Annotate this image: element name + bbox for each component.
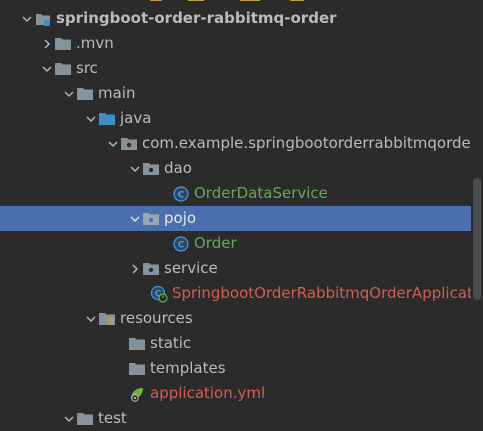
tree-row-static[interactable]: static <box>0 331 483 356</box>
class-icon: C <box>172 181 190 206</box>
resources-root-folder-icon <box>98 306 116 331</box>
file-label: application.yml <box>150 384 266 402</box>
tree-row-main[interactable]: main <box>0 81 483 106</box>
tree-row-templates[interactable]: templates <box>0 356 483 381</box>
folder-icon <box>128 331 146 356</box>
chevron-down-icon[interactable] <box>62 81 76 106</box>
chevron-down-icon[interactable] <box>84 306 98 331</box>
class-icon: C <box>172 231 190 256</box>
folder-icon <box>76 81 94 106</box>
package-label: com.example.springbootorderrabbitmqorde <box>142 134 471 152</box>
class-label: Order <box>194 234 237 252</box>
folder-icon <box>54 31 72 56</box>
folder-label: src <box>76 59 98 77</box>
scrollbar-thumb[interactable] <box>473 178 481 300</box>
folder-label: main <box>98 84 136 102</box>
folder-label: .mvn <box>76 34 114 52</box>
folder-icon <box>54 56 72 81</box>
spring-boot-app-icon: C <box>150 281 168 306</box>
tree-row-application-yml[interactable]: application.yml <box>0 381 483 406</box>
chevron-down-icon[interactable] <box>84 106 98 131</box>
tree-row-project[interactable]: springboot-order-rabbitmq-order <box>0 6 483 31</box>
tree-row-package[interactable]: com.example.springbootorderrabbitmqorde <box>0 131 483 156</box>
tree-row-order-data-service[interactable]: C OrderDataService <box>0 181 483 206</box>
tree-row-service[interactable]: service <box>0 256 483 281</box>
package-icon <box>142 156 160 181</box>
spring-yaml-icon <box>128 381 146 406</box>
chevron-down-icon[interactable] <box>128 156 142 181</box>
tree-row-resources[interactable]: resources <box>0 306 483 331</box>
class-label: SpringbootOrderRabbitmqOrderApplicati <box>172 284 478 302</box>
tree-row-order[interactable]: C Order <box>0 231 483 256</box>
tree-row-java[interactable]: java <box>0 106 483 131</box>
folder-label: resources <box>120 309 193 327</box>
project-tree: springboot-order-rabbitmq-order .mvn src <box>0 0 483 427</box>
svg-text:C: C <box>178 190 185 200</box>
chevron-down-icon[interactable] <box>128 206 142 231</box>
package-icon <box>142 206 160 231</box>
tree-row-dao[interactable]: dao <box>0 156 483 181</box>
folder-label: static <box>150 334 192 352</box>
tree-row-pojo[interactable]: pojo <box>0 206 483 231</box>
tree-row-test[interactable]: test <box>0 406 483 431</box>
class-label: OrderDataService <box>194 184 328 202</box>
chevron-down-icon[interactable] <box>20 6 34 31</box>
folder-label: templates <box>150 359 226 377</box>
folder-icon <box>128 356 146 381</box>
chevron-down-icon[interactable] <box>106 131 120 156</box>
source-root-folder-icon <box>98 106 116 131</box>
chevron-down-icon[interactable] <box>40 56 54 81</box>
tree-row-application-class[interactable]: C SpringbootOrderRabbitmqOrderApplicati <box>0 281 483 306</box>
chevron-right-icon[interactable] <box>128 256 142 281</box>
package-label: dao <box>164 159 192 177</box>
folder-icon <box>76 406 94 431</box>
tree-row-src[interactable]: src <box>0 56 483 81</box>
module-icon <box>34 6 52 31</box>
chevron-down-icon[interactable] <box>62 406 76 431</box>
chevron-right-icon[interactable] <box>40 31 54 56</box>
package-label: service <box>164 259 218 277</box>
vertical-scrollbar[interactable] <box>471 0 483 426</box>
package-icon <box>142 256 160 281</box>
project-name: springboot-order-rabbitmq-order <box>56 9 337 27</box>
tree-row-mvn[interactable]: .mvn <box>0 31 483 56</box>
folder-label: test <box>98 409 127 427</box>
folder-label: java <box>120 109 152 127</box>
package-icon <box>120 131 138 156</box>
svg-text:C: C <box>178 240 185 250</box>
clipped-previous-row <box>0 0 483 4</box>
package-label: pojo <box>164 209 197 227</box>
